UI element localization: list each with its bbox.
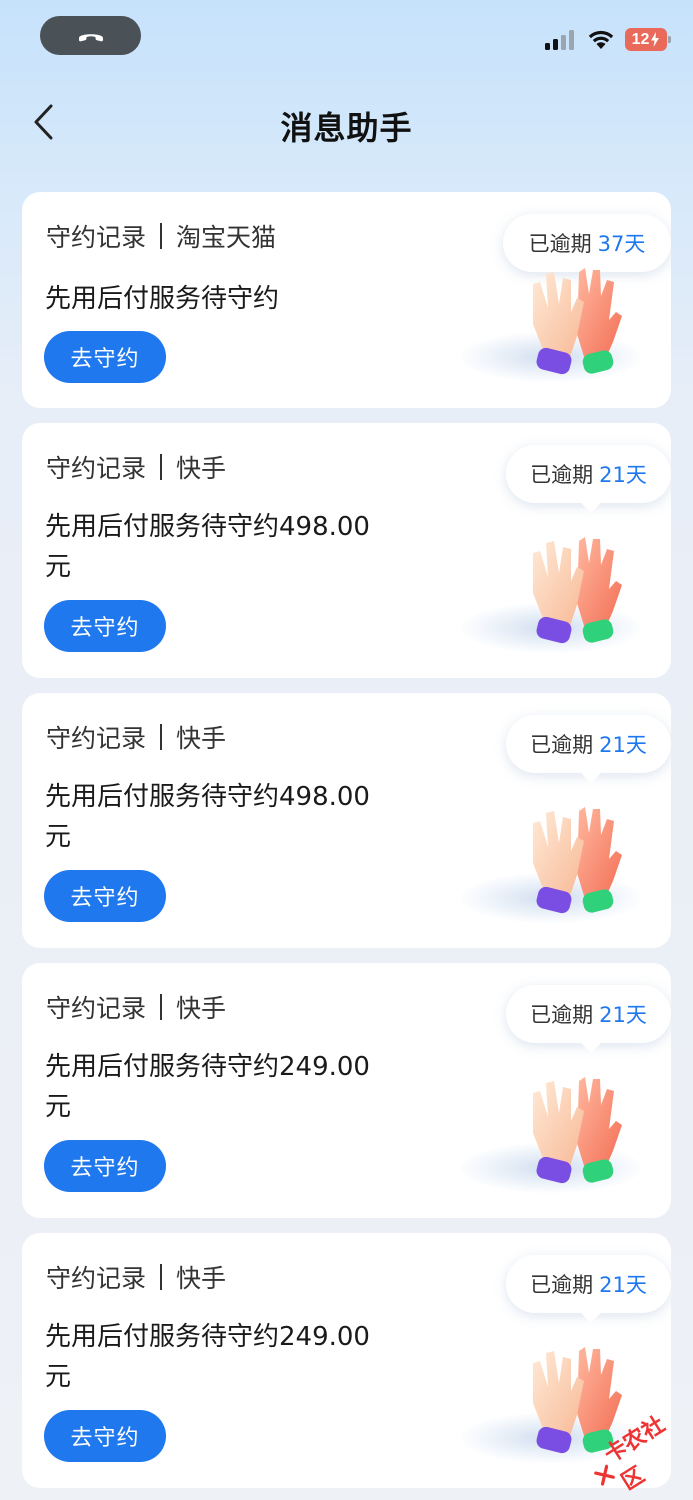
overdue-label: 已逾期 (530, 733, 594, 757)
status-bar: 12 (0, 0, 693, 80)
message-card[interactable]: 守约记录 快手 先用后付服务待守约498.00元 去守约 已逾期 21天 (22, 693, 671, 948)
fulfill-button[interactable]: 去守约 (44, 600, 166, 652)
card-category: 守约记录 (46, 994, 147, 1023)
card-merchant: 快手 (176, 724, 227, 753)
card-header: 守约记录 快手 (46, 449, 226, 485)
card-description: 先用后付服务待守约498.00元 (45, 782, 370, 852)
high-five-hands-icon (533, 537, 622, 644)
card-merchant: 快手 (176, 454, 227, 483)
cellular-signal-icon (545, 29, 574, 50)
high-five-hands-icon (533, 268, 622, 375)
high-five-hands-icon (533, 807, 622, 914)
card-merchant: 淘宝天猫 (176, 223, 277, 252)
card-category: 守约记录 (46, 724, 147, 753)
overdue-bubble: 已逾期 21天 (506, 1255, 671, 1313)
message-card[interactable]: 守约记录 快手 先用后付服务待守约249.00元 去守约 已逾期 21天 (22, 1233, 671, 1488)
header-divider (160, 223, 163, 249)
card-description: 先用后付服务待守约249.00元 (45, 1322, 370, 1392)
overdue-label: 已逾期 (530, 463, 594, 487)
overdue-label: 已逾期 (528, 232, 592, 256)
message-card[interactable]: 守约记录 快手 先用后付服务待守约249.00元 去守约 已逾期 21天 (22, 963, 671, 1218)
overdue-days: 21天 (599, 1003, 647, 1027)
header-divider (160, 454, 163, 480)
overdue-days: 37天 (597, 232, 646, 256)
header-divider (160, 994, 163, 1020)
overdue-days: 21天 (599, 463, 647, 487)
navigation-bar: 消息助手 (0, 90, 693, 156)
charging-bolt-icon (651, 32, 660, 47)
active-call-pill[interactable] (40, 16, 141, 55)
card-header: 守约记录 淘宝天猫 (46, 218, 276, 254)
card-merchant: 快手 (176, 994, 227, 1023)
fulfill-button[interactable]: 去守约 (44, 1410, 166, 1462)
card-description: 先用后付服务待守约498.00元 (45, 512, 370, 582)
card-category: 守约记录 (46, 454, 147, 483)
header-divider (160, 1264, 163, 1290)
message-card[interactable]: 守约记录 淘宝天猫 先用后付服务待守约 去守约 已逾期 37天 (22, 192, 671, 408)
card-description: 先用后付服务待守约249.00元 (45, 1052, 370, 1122)
overdue-label: 已逾期 (530, 1273, 594, 1297)
battery-level: 12 (631, 30, 650, 48)
overdue-bubble: 已逾期 21天 (506, 985, 671, 1043)
card-illustration: 已逾期 37天 (381, 192, 671, 408)
card-merchant: 快手 (176, 1264, 227, 1293)
card-description: 先用后付服务待守约 (45, 284, 280, 314)
card-illustration: 已逾期 21天 (381, 963, 671, 1218)
card-header: 守约记录 快手 (46, 1259, 226, 1295)
overdue-days: 21天 (599, 1273, 647, 1297)
card-illustration: 已逾期 21天 (381, 423, 671, 678)
overdue-bubble: 已逾期 21天 (506, 715, 671, 773)
message-list: 守约记录 淘宝天猫 先用后付服务待守约 去守约 已逾期 37天 守约记录 快手 … (22, 192, 671, 1500)
phone-hangup-icon (78, 33, 103, 41)
fulfill-button[interactable]: 去守约 (44, 870, 166, 922)
card-illustration: 已逾期 21天 (381, 693, 671, 948)
card-category: 守约记录 (46, 1264, 147, 1293)
overdue-days: 21天 (599, 733, 647, 757)
card-header: 守约记录 快手 (46, 989, 226, 1025)
card-header: 守约记录 快手 (46, 719, 226, 755)
card-category: 守约记录 (46, 223, 147, 252)
message-card[interactable]: 守约记录 快手 先用后付服务待守约498.00元 去守约 已逾期 21天 (22, 423, 671, 678)
page-title: 消息助手 (280, 109, 413, 147)
battery-indicator: 12 (625, 28, 671, 51)
header-divider (160, 724, 163, 750)
high-five-hands-icon (533, 1077, 622, 1184)
overdue-label: 已逾期 (530, 1003, 594, 1027)
wifi-icon (588, 30, 614, 49)
overdue-bubble: 已逾期 21天 (506, 445, 671, 503)
fulfill-button[interactable]: 去守约 (44, 331, 166, 383)
fulfill-button[interactable]: 去守约 (44, 1140, 166, 1192)
